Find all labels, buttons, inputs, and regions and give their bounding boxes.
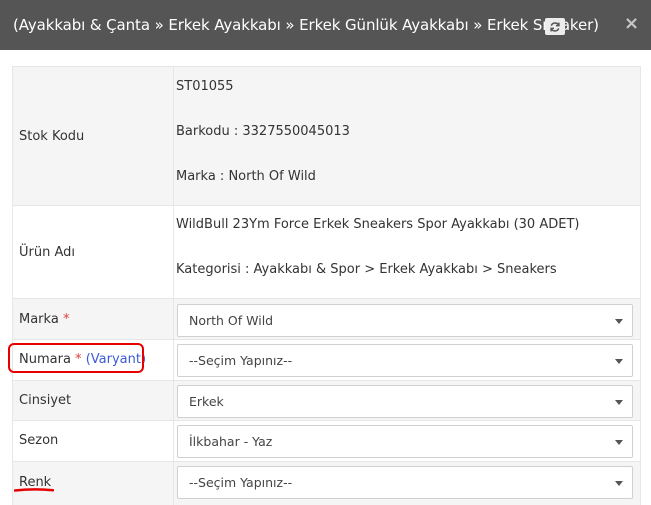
- chevron-down-icon: [615, 440, 623, 445]
- label-cell: Sezon: [13, 421, 173, 461]
- value-cell: WildBull 23Ym Force Erkek Sneakers Spor …: [173, 206, 640, 298]
- breadcrumb-title: (Ayakkabı & Çanta » Erkek Ayakkabı » Erk…: [13, 16, 599, 34]
- value-cell: North Of Wild: [173, 299, 640, 339]
- value-cell: Erkek: [173, 381, 640, 420]
- chevron-down-icon: [615, 481, 623, 486]
- row-renk: Renk --Seçim Yapınız--: [13, 461, 640, 505]
- label-cell: Renk: [13, 462, 173, 505]
- row-stok-kodu: Stok Kodu ST01055 Barkodu : 332755004501…: [13, 66, 640, 205]
- required-mark: *: [62, 312, 70, 327]
- row-sezon: Sezon İlkbahar - Yaz: [13, 420, 640, 461]
- stok-kodu-label: Stok Kodu: [19, 129, 85, 144]
- product-category: Kategorisi : Ayakkabı & Spor > Erkek Aya…: [176, 262, 557, 277]
- row-urun-adi: Ürün Adı WildBull 23Ym Force Erkek Sneak…: [13, 205, 640, 298]
- label-cell: Marka *: [13, 299, 173, 339]
- label-cell: Ürün Adı: [13, 206, 173, 298]
- refresh-button[interactable]: [545, 18, 565, 35]
- row-cinsiyet: Cinsiyet Erkek: [13, 380, 640, 420]
- highlight-box: [8, 343, 144, 373]
- chevron-down-icon: [615, 359, 623, 364]
- label-cell: Stok Kodu: [13, 67, 173, 205]
- value-cell: İlkbahar - Yaz: [173, 421, 640, 461]
- cinsiyet-label: Cinsiyet: [19, 393, 72, 408]
- underline-annotation: [14, 488, 54, 492]
- barcode-text: Barkodu : 3327550045013: [176, 124, 350, 139]
- product-form: Stok Kodu ST01055 Barkodu : 332755004501…: [12, 66, 641, 505]
- urun-adi-label: Ürün Adı: [19, 245, 75, 260]
- label-cell: Cinsiyet: [13, 381, 173, 420]
- chevron-down-icon: [615, 319, 623, 324]
- row-marka: Marka * North Of Wild: [13, 298, 640, 339]
- sezon-label: Sezon: [19, 433, 59, 448]
- numara-select-value: --Seçim Yapınız--: [189, 353, 293, 368]
- chevron-down-icon: [615, 400, 623, 405]
- renk-select[interactable]: --Seçim Yapınız--: [177, 466, 633, 499]
- cinsiyet-select-value: Erkek: [189, 394, 224, 409]
- modal-header: (Ayakkabı & Çanta » Erkek Ayakkabı » Erk…: [0, 0, 651, 50]
- marka-select[interactable]: North Of Wild: [177, 304, 633, 337]
- numara-select[interactable]: --Seçim Yapınız--: [177, 344, 633, 377]
- close-icon[interactable]: ×: [624, 14, 639, 34]
- value-cell: --Seçim Yapınız--: [173, 462, 640, 505]
- stok-code: ST01055: [176, 79, 234, 94]
- sezon-select-value: İlkbahar - Yaz: [189, 434, 273, 449]
- brand-text: Marka : North Of Wild: [176, 169, 316, 184]
- product-name: WildBull 23Ym Force Erkek Sneakers Spor …: [176, 217, 580, 232]
- sezon-select[interactable]: İlkbahar - Yaz: [177, 425, 633, 458]
- refresh-icon: [550, 21, 560, 32]
- marka-label: Marka *: [19, 312, 70, 327]
- value-cell: ST01055 Barkodu : 3327550045013 Marka : …: [173, 67, 640, 205]
- cinsiyet-select[interactable]: Erkek: [177, 385, 633, 418]
- value-cell: --Seçim Yapınız--: [173, 340, 640, 380]
- marka-select-value: North Of Wild: [189, 313, 274, 328]
- renk-select-value: --Seçim Yapınız--: [189, 475, 293, 490]
